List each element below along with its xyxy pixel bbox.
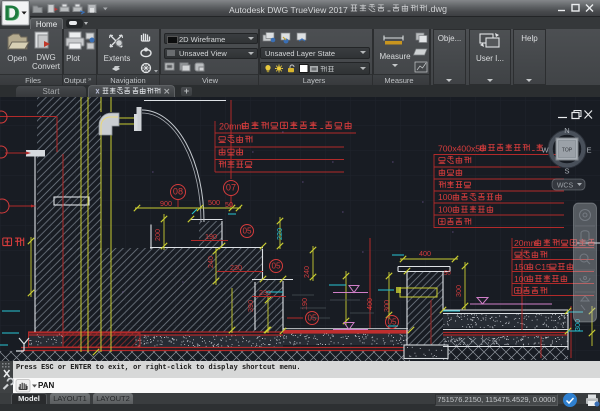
svg-text:100: 100 bbox=[438, 192, 453, 202]
svg-text:.dwg: .dwg bbox=[428, 4, 447, 14]
svg-text:08: 08 bbox=[173, 186, 183, 196]
svg-text:C15: C15 bbox=[535, 262, 551, 272]
svg-text:D: D bbox=[4, 2, 19, 25]
svg-text:240: 240 bbox=[302, 266, 311, 278]
svg-text:TOP: TOP bbox=[562, 148, 573, 154]
svg-text:07: 07 bbox=[226, 182, 236, 192]
svg-text:190: 190 bbox=[205, 232, 217, 241]
svg-text:300: 300 bbox=[454, 285, 463, 297]
svg-text:150: 150 bbox=[514, 262, 529, 272]
svg-text:390: 390 bbox=[246, 300, 255, 312]
svg-text:05: 05 bbox=[242, 226, 252, 235]
svg-text:400: 400 bbox=[419, 249, 431, 258]
svg-text:240: 240 bbox=[206, 256, 215, 268]
svg-text:100: 100 bbox=[438, 204, 453, 214]
svg-text:20mm: 20mm bbox=[219, 122, 244, 132]
svg-text:WCS: WCS bbox=[557, 183, 574, 190]
svg-text:500: 500 bbox=[208, 198, 220, 207]
svg-text:230: 230 bbox=[230, 263, 242, 272]
svg-text:400: 400 bbox=[365, 298, 374, 310]
svg-text:W: W bbox=[541, 146, 549, 155]
svg-text:700x400x50: 700x400x50 bbox=[438, 144, 485, 154]
svg-text:100: 100 bbox=[514, 274, 529, 284]
svg-text:300: 300 bbox=[382, 300, 391, 312]
svg-text:220: 220 bbox=[275, 228, 284, 240]
svg-text:200: 200 bbox=[153, 229, 162, 241]
svg-text:S: S bbox=[564, 167, 569, 176]
svg-text:05: 05 bbox=[387, 317, 397, 326]
svg-text:N: N bbox=[564, 126, 569, 135]
svg-text:E: E bbox=[586, 146, 591, 155]
svg-text:05: 05 bbox=[271, 261, 281, 270]
svg-text:20mm: 20mm bbox=[514, 238, 538, 248]
svg-text:50: 50 bbox=[444, 271, 451, 277]
svg-text:50.: 50. bbox=[225, 200, 235, 209]
svg-text:900: 900 bbox=[160, 199, 172, 208]
